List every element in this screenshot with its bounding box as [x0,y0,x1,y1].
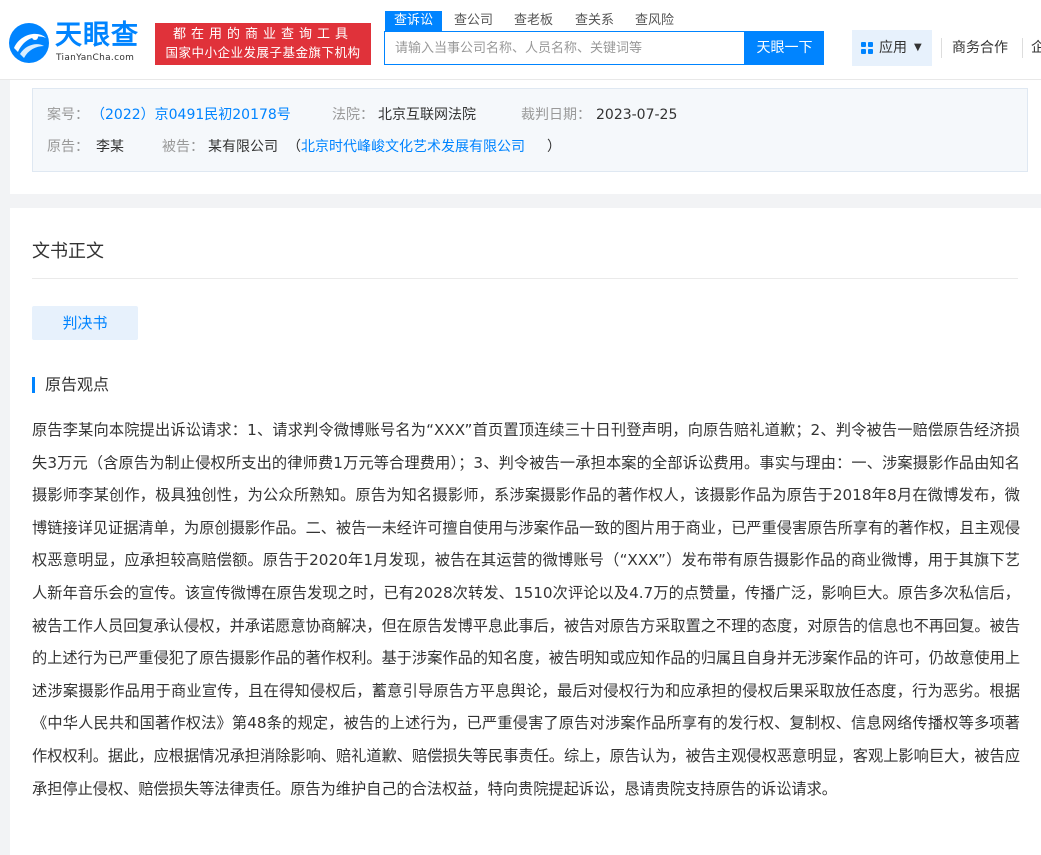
logo-domain: TianYanCha.com [56,53,135,63]
case-info-panel: 案号： （2022）京0491民初20178号 法院： 北京互联网法院 裁判日期… [32,88,1028,172]
tab-relation[interactable]: 查关系 [566,11,623,31]
header-divider [941,38,942,58]
section-title: 文书正文 [32,241,104,262]
apps-grid-icon [861,42,873,54]
plaintiff-label: 原告： [47,139,89,155]
tab-risk[interactable]: 查风险 [626,11,683,31]
defendant-label: 被告： [162,139,204,155]
judgment-date-value: 2023-07-25 [596,107,678,123]
logo-eye-icon [9,23,49,63]
search-field [384,31,745,65]
search-input[interactable] [385,32,744,64]
section-divider [32,278,1018,279]
case-number-value[interactable]: （2022）京0491民初20178号 [91,105,291,125]
caret-down-icon: ▼ [914,42,922,53]
court-value: 北京互联网法院 [378,107,476,123]
logo-text: 天眼查 [55,20,139,51]
top-header: 天眼查 TianYanCha.com 都在用的商业查询工具 国家中小企业发展子基… [0,0,1041,80]
court-label: 法院： [332,107,374,123]
apps-menu-label: 应用 [879,40,907,56]
tab-lawsuit[interactable]: 查诉讼 [385,11,443,31]
case-number-label: 案号： [47,107,89,123]
paren-open: （ [287,139,301,155]
tab-boss[interactable]: 查老板 [505,11,562,31]
header-divider [1022,38,1023,58]
enterprise-link[interactable]: 企 [1031,38,1041,58]
heading-accent-bar [32,377,35,393]
tab-company[interactable]: 查公司 [445,11,502,31]
defendant-value: 某有限公司 [208,139,278,155]
business-cooperation-link[interactable]: 商务合作 [952,38,1008,58]
search-button[interactable]: 天眼一下 [745,31,824,65]
plaintiff-value: 李某 [96,139,124,155]
slogan-line-1: 都在用的商业查询工具 [172,27,353,42]
defendant-company-link[interactable]: 北京时代峰峻文化艺术发展有限公司 [301,137,525,157]
document-card: 文书正文 判决书 原告观点 原告李某向本院提出诉讼请求：1、请求判令微博账号名为… [10,208,1041,855]
paren-close: ） [547,139,561,155]
slogan-line-2: 国家中小企业发展子基金旗下机构 [165,45,361,60]
site-logo[interactable]: 天眼查 TianYanCha.com [8,20,148,64]
tab-judgment[interactable]: 判决书 [32,306,138,340]
slogan-banner: 都在用的商业查询工具 国家中小企业发展子基金旗下机构 [155,23,371,65]
case-info-card: 案号： （2022）京0491民初20178号 法院： 北京互联网法院 裁判日期… [10,80,1041,194]
judgment-date-label: 裁判日期： [521,107,591,123]
plaintiff-view-body: 原告李某向本院提出诉讼请求：1、请求判令微博账号名为“XXX”首页置顶连续三十日… [32,421,1020,798]
apps-menu-button[interactable]: 应用 ▼ [852,30,932,66]
plaintiff-view-title: 原告观点 [45,375,110,394]
